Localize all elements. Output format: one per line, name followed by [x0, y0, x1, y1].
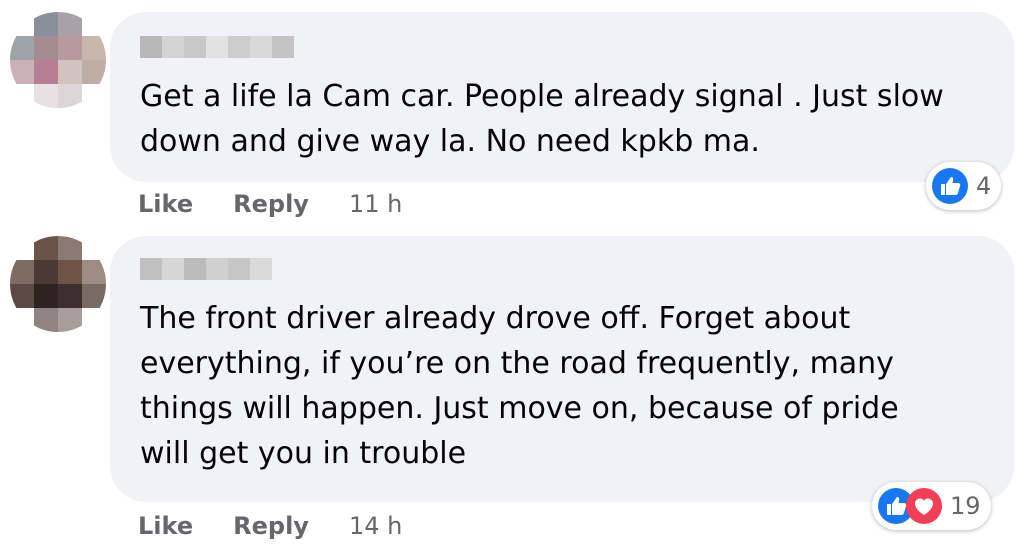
avatar[interactable] — [10, 236, 106, 332]
reaction-summary[interactable]: 19 — [872, 482, 991, 530]
author-name[interactable] — [140, 36, 294, 58]
timestamp[interactable]: 14 h — [349, 512, 402, 540]
comment-bubble: Get a life la Cam car. People already si… — [110, 12, 1014, 182]
author-name[interactable] — [140, 258, 272, 280]
comment-text: Get a life la Cam car. People already si… — [140, 79, 944, 159]
reply-link[interactable]: Reply — [233, 190, 309, 218]
reaction-count: 4 — [976, 172, 992, 200]
comment-bubble: The front driver already drove off. Forg… — [110, 236, 1014, 502]
reaction-count: 19 — [950, 492, 981, 520]
reply-link[interactable]: Reply — [233, 512, 309, 540]
like-link[interactable]: Like — [138, 512, 193, 540]
comment-actions: Like Reply 14 h — [138, 512, 402, 540]
like-icon — [932, 168, 968, 204]
comment-text: The front driver already drove off. Forg… — [140, 301, 899, 471]
timestamp[interactable]: 11 h — [349, 190, 402, 218]
love-icon — [906, 488, 942, 524]
like-link[interactable]: Like — [138, 190, 193, 218]
reaction-summary[interactable]: 4 — [926, 162, 1002, 210]
avatar[interactable] — [10, 12, 106, 108]
comment-actions: Like Reply 11 h — [138, 190, 402, 218]
